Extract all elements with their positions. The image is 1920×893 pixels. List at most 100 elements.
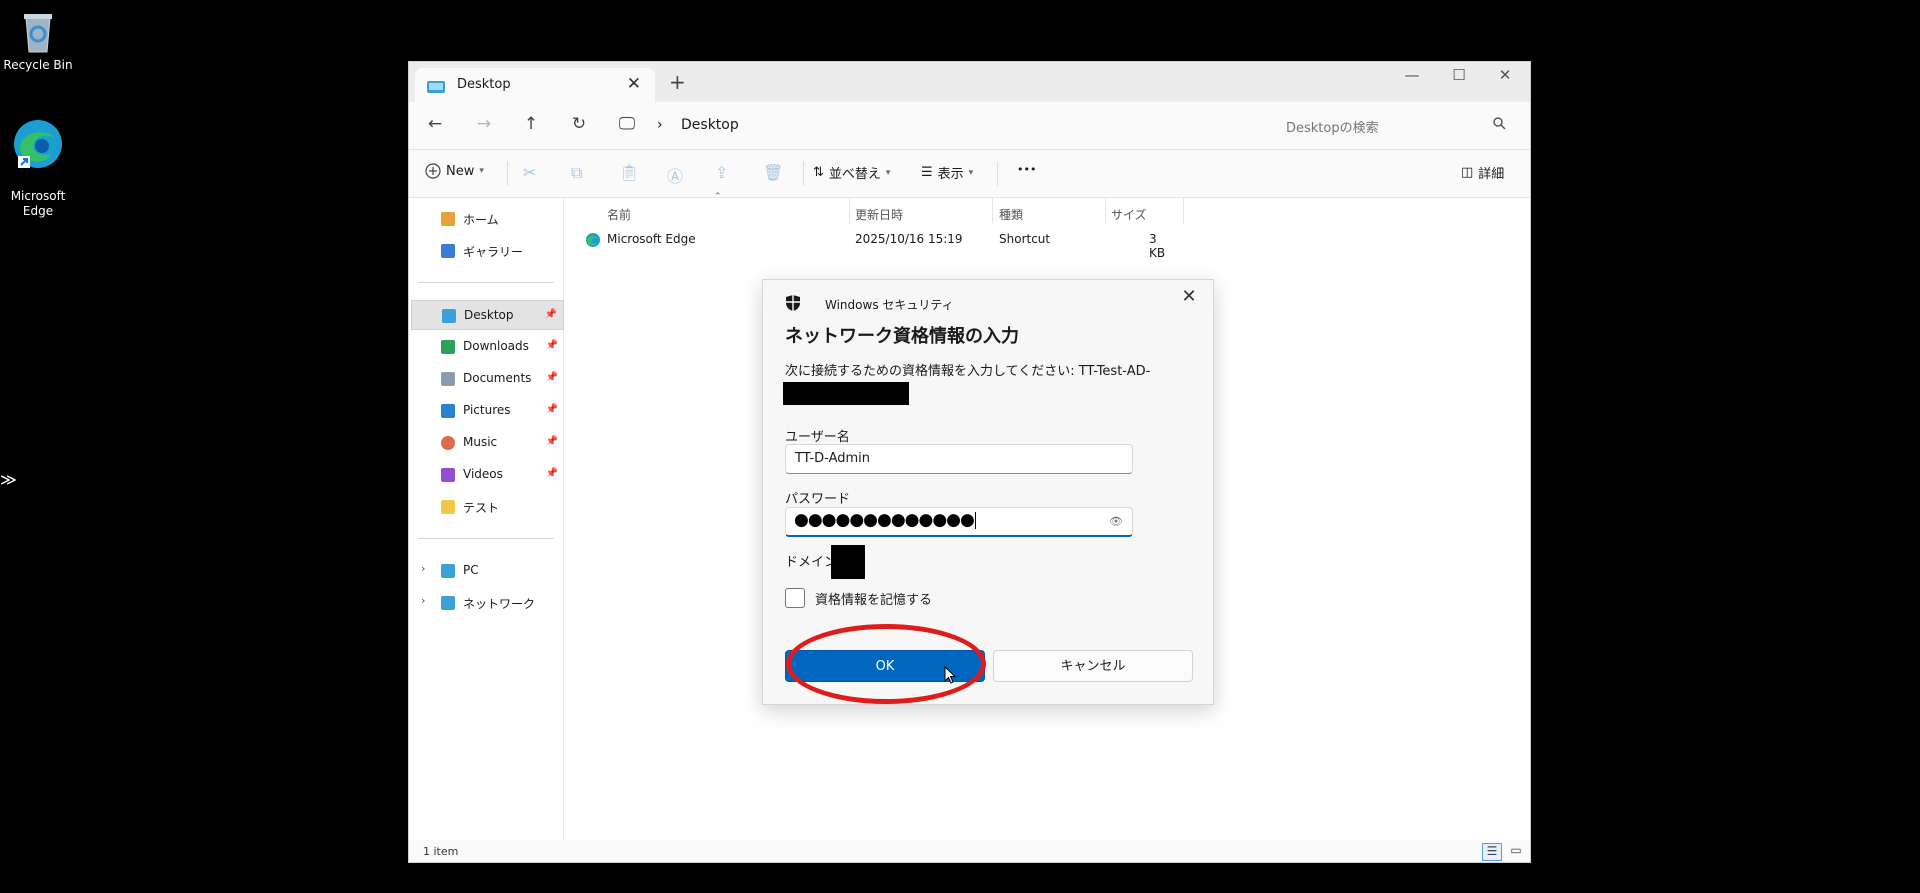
pin-icon: 📌 bbox=[545, 468, 558, 479]
sort-button[interactable]: ⇅ 並べ替え ▾ bbox=[813, 163, 890, 182]
dialog-close-button[interactable]: ✕ bbox=[1177, 286, 1201, 307]
pc-icon[interactable]: 🖵 bbox=[613, 114, 641, 134]
cancel-button[interactable]: キャンセル bbox=[993, 650, 1193, 682]
edge-shortcut-icon bbox=[586, 233, 600, 247]
remember-credentials-label[interactable]: 資格情報を記憶する bbox=[815, 589, 932, 608]
sidebar-item-label: Downloads bbox=[463, 339, 529, 353]
file-size: 3 KB bbox=[1149, 232, 1166, 260]
sidebar-item-music[interactable]: Music 📌 bbox=[411, 428, 564, 458]
recycle-bin-icon bbox=[24, 14, 52, 53]
refresh-button[interactable]: ↻ bbox=[565, 114, 593, 134]
column-header-type[interactable]: 種類 bbox=[999, 206, 1023, 223]
toolbar-divider bbox=[997, 162, 998, 186]
desktop-folder-icon bbox=[427, 81, 445, 93]
redacted-server-name bbox=[783, 382, 909, 405]
chevron-down-icon: ▾ bbox=[479, 166, 484, 176]
details-view-icon[interactable]: ☰ bbox=[1482, 843, 1502, 861]
sidebar-item-pc[interactable]: › PC bbox=[411, 556, 564, 586]
password-label: パスワード bbox=[785, 492, 851, 507]
reveal-password-icon[interactable]: 👁 bbox=[1109, 515, 1123, 528]
desktop-icon-recycle-bin[interactable]: Recycle Bin bbox=[0, 8, 76, 73]
column-header-name[interactable]: 名前 bbox=[607, 206, 631, 223]
paste-icon[interactable]: 📋︎ bbox=[619, 163, 639, 182]
back-button[interactable]: ← bbox=[421, 114, 449, 134]
sidebar-item-downloads[interactable]: Downloads 📌 bbox=[411, 332, 564, 362]
expand-chevron-icon[interactable]: › bbox=[421, 562, 425, 575]
sidebar-item-label: ネットワーク bbox=[463, 597, 536, 611]
pin-icon: 📌 bbox=[545, 340, 558, 351]
gallery-icon bbox=[441, 244, 455, 258]
sidebar-item-label: ホーム bbox=[463, 213, 499, 227]
videos-icon bbox=[441, 468, 455, 482]
search-input[interactable]: Desktopの検索 bbox=[1254, 110, 1514, 142]
sidebar-item-network[interactable]: › ネットワーク bbox=[411, 588, 564, 618]
column-header-modified[interactable]: 更新日時 bbox=[855, 206, 903, 223]
desktop-icon-edge[interactable]: Microsoft Edge bbox=[0, 103, 76, 219]
username-label: ユーザー名 bbox=[785, 430, 850, 445]
username-value: TT-D-Admin bbox=[795, 451, 870, 466]
new-button[interactable]: New ▾ bbox=[425, 163, 484, 179]
rename-icon[interactable]: Ⓐ bbox=[667, 163, 683, 187]
pc-icon bbox=[441, 564, 455, 578]
chevron-down-icon: ▾ bbox=[968, 167, 974, 178]
details-button[interactable]: ◫ 詳細 bbox=[1461, 163, 1504, 182]
cut-icon[interactable]: ✂ bbox=[523, 163, 536, 182]
pin-icon: 📌 bbox=[544, 309, 557, 320]
sidebar-item-pictures[interactable]: Pictures 📌 bbox=[411, 396, 564, 426]
column-header-size[interactable]: サイズ bbox=[1111, 206, 1147, 223]
maximize-button[interactable]: ☐ bbox=[1436, 66, 1482, 84]
command-bar: New ▾ ✂ ⧉ 📋︎ Ⓐ ⇪ 🗑︎ ⇅ 並べ替え ▾ ☰ 表示 ▾ ••• … bbox=[409, 150, 1530, 198]
tiles-view-icon[interactable]: ▭ bbox=[1506, 843, 1526, 861]
edge-label: Microsoft Edge bbox=[10, 189, 66, 218]
sidebar-divider bbox=[419, 282, 554, 283]
side-expand-icon[interactable]: ≫ bbox=[0, 470, 17, 489]
sidebar-item-home[interactable]: ホーム bbox=[411, 204, 564, 234]
music-icon bbox=[441, 436, 455, 450]
dialog-title: ネットワーク資格情報の入力 bbox=[785, 326, 1019, 347]
file-modified: 2025/10/16 15:19 bbox=[855, 232, 963, 246]
password-field[interactable]: ●●●●●●●●●●●●● 👁 bbox=[785, 507, 1133, 537]
sidebar-item-label: ギャラリー bbox=[463, 245, 524, 259]
sidebar-item-label: PC bbox=[463, 563, 479, 577]
more-options-button[interactable]: ••• bbox=[1017, 163, 1036, 176]
address-bar: ← → ↑ ↻ 🖵 › Desktop Desktopの検索 bbox=[409, 102, 1530, 150]
sidebar-divider bbox=[419, 538, 554, 539]
sidebar-item-videos[interactable]: Videos 📌 bbox=[411, 460, 564, 490]
breadcrumb[interactable]: Desktop bbox=[681, 117, 739, 133]
table-row[interactable]: Microsoft Edge 2025/10/16 15:19 Shortcut… bbox=[565, 228, 1165, 260]
up-button[interactable]: ↑ bbox=[517, 114, 545, 134]
view-button[interactable]: ☰ 表示 ▾ bbox=[921, 163, 973, 182]
pin-icon: 📌 bbox=[545, 404, 558, 415]
tab-close-icon[interactable]: ✕ bbox=[627, 74, 641, 94]
redacted-domain bbox=[831, 545, 865, 579]
sort-icon: ⇅ bbox=[813, 165, 824, 180]
column-divider bbox=[992, 198, 993, 224]
close-window-button[interactable]: ✕ bbox=[1482, 66, 1528, 84]
remember-credentials-checkbox[interactable] bbox=[785, 588, 805, 608]
username-field[interactable]: TT-D-Admin bbox=[785, 444, 1133, 474]
sidebar-item-desktop[interactable]: Desktop 📌 bbox=[411, 300, 564, 330]
sidebar-item-documents[interactable]: Documents 📌 bbox=[411, 364, 564, 394]
share-icon[interactable]: ⇪ bbox=[715, 163, 728, 182]
forward-button[interactable]: → bbox=[470, 114, 498, 134]
view-list-icon: ☰ bbox=[921, 165, 933, 180]
sidebar-item-test[interactable]: テスト bbox=[411, 492, 564, 522]
pin-icon: 📌 bbox=[545, 436, 558, 447]
expand-chevron-icon[interactable]: › bbox=[421, 594, 425, 607]
new-tab-button[interactable]: + bbox=[669, 70, 686, 94]
sidebar-item-label: Videos bbox=[463, 467, 503, 481]
view-label: 表示 bbox=[937, 167, 964, 182]
tab-desktop[interactable]: Desktop ✕ bbox=[415, 68, 655, 102]
minimize-button[interactable]: — bbox=[1389, 66, 1435, 84]
sidebar-item-gallery[interactable]: ギャラリー bbox=[411, 236, 564, 266]
copy-icon[interactable]: ⧉ bbox=[571, 163, 582, 183]
title-bar: Desktop ✕ + — ☐ ✕ bbox=[409, 62, 1530, 102]
column-divider bbox=[849, 198, 850, 224]
details-label: 詳細 bbox=[1478, 167, 1505, 182]
breadcrumb-separator: › bbox=[657, 117, 663, 133]
status-bar: 1 item ☰ ▭ bbox=[409, 840, 1530, 862]
delete-icon[interactable]: 🗑︎ bbox=[763, 163, 783, 182]
home-icon bbox=[441, 212, 455, 226]
tab-title: Desktop bbox=[457, 77, 511, 92]
recycle-bin-label: Recycle Bin bbox=[3, 58, 73, 72]
